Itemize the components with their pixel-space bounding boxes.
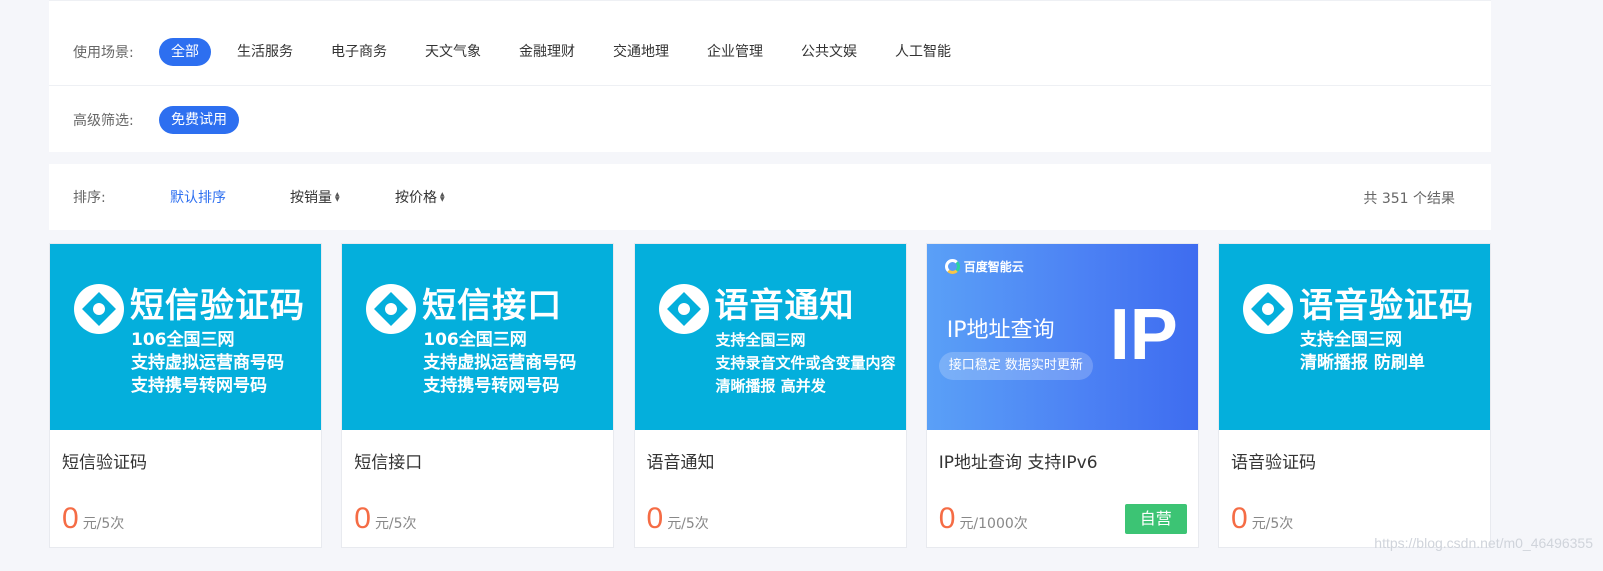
banner-title: IP地址查询 xyxy=(946,318,1055,343)
sort-default-button[interactable]: 默认排序 xyxy=(170,187,290,207)
banner-big-text: IP xyxy=(1109,295,1178,375)
banner-feature: 106全国三网 xyxy=(423,330,527,350)
scene-chip-all[interactable]: 全部 xyxy=(159,38,211,66)
banner-feature: 清晰播报 高并发 xyxy=(715,377,826,395)
banner-feature: 支持虚拟运营商号码 xyxy=(423,353,577,373)
banner-feature: 支持虚拟运营商号码 xyxy=(131,353,284,373)
sort-by-sales-button[interactable]: 按销量 ▲ ▼ xyxy=(290,187,395,207)
banner-features: 支持全国三网 清晰播报 防刷单 xyxy=(1300,329,1425,375)
product-name[interactable]: 语音通知 xyxy=(647,448,715,473)
scene-chip-ecommerce[interactable]: 电子商务 xyxy=(319,38,399,66)
scene-chip-enterprise[interactable]: 企业管理 xyxy=(695,38,775,66)
product-price: 0 元/5次 xyxy=(354,502,416,536)
product-price: 0 元/5次 xyxy=(62,502,124,536)
sort-by-price-label: 按价格 xyxy=(395,190,437,206)
filter-panel: 使用场景: 全部 生活服务 电子商务 天文气象 金融理财 交通地理 企业管理 公… xyxy=(49,0,1491,152)
product-price: 0 元/5次 xyxy=(647,502,709,536)
price-value: 0 xyxy=(938,502,956,535)
banner-feature: 支持携号转网号码 xyxy=(423,376,560,396)
banner-feature: 支持携号转网号码 xyxy=(131,376,267,396)
sort-arrows-icon: ▲ ▼ xyxy=(335,191,340,203)
advanced-filter-row: 高级筛选: 免费试用 xyxy=(49,86,1491,153)
cloud-logo-icon xyxy=(944,259,960,274)
price-unit: 元/5次 xyxy=(1251,516,1294,532)
product-banner: 百度智能云 IP地址查询 接口稳定 数据实时更新 IP xyxy=(926,244,1198,430)
product-name[interactable]: 短信验证码 xyxy=(62,448,147,473)
banner-feature: 支持全国三网 xyxy=(1300,330,1402,350)
banner-features: 106全国三网 支持虚拟运营商号码 支持携号转网号码 xyxy=(423,329,576,398)
price-value: 0 xyxy=(1231,502,1248,535)
service-logo-icon xyxy=(658,284,709,334)
service-logo-icon xyxy=(1243,284,1293,334)
scene-chip-traffic[interactable]: 交通地理 xyxy=(601,38,681,66)
price-unit: 元/5次 xyxy=(374,516,417,532)
product-card[interactable]: 短信接口 106全国三网 支持虚拟运营商号码 支持携号转网号码 短信接口 0 元… xyxy=(341,243,615,548)
banner-feature: 清晰播报 防刷单 xyxy=(1300,353,1425,373)
product-card[interactable]: 语音验证码 支持全国三网 清晰播报 防刷单 语音验证码 0 元/5次 xyxy=(1218,243,1491,548)
self-operated-badge: 自营 xyxy=(1124,504,1187,534)
scene-filter-label: 使用场景: xyxy=(73,45,134,61)
advanced-filter-label: 高级筛选: xyxy=(73,112,134,129)
banner-features: 支持全国三网 支持录音文件或含变量内容 清晰播报 高并发 xyxy=(716,329,896,398)
sort-default-label: 默认排序 xyxy=(170,190,226,206)
price-unit: 元/1000次 xyxy=(959,516,1028,532)
scene-chip-entertainment[interactable]: 公共文娱 xyxy=(789,38,869,66)
free-trial-chip[interactable]: 免费试用 xyxy=(159,105,239,134)
sort-by-price-button[interactable]: 按价格 ▲ ▼ xyxy=(395,187,445,207)
product-banner: 语音通知 支持全国三网 支持录音文件或含变量内容 清晰播报 高并发 xyxy=(634,244,906,430)
product-price: 0 元/5次 xyxy=(1231,502,1293,536)
banner-title: 语音通知 xyxy=(714,286,855,326)
product-grid: 短信验证码 106全国三网 支持虚拟运营商号码 支持携号转网号码 短信验证码 0… xyxy=(49,243,1491,553)
product-name[interactable]: 短信接口 xyxy=(354,448,422,473)
banner-features: 106全国三网 支持虚拟运营商号码 支持携号转网号码 xyxy=(131,329,284,398)
banner-feature: 106全国三网 xyxy=(131,330,235,350)
product-card[interactable]: 百度智能云 IP地址查询 接口稳定 数据实时更新 IP IP地址查询 支持IPv… xyxy=(925,243,1199,548)
banner-feature: 支持录音文件或含变量内容 xyxy=(715,354,896,372)
watermark: https://blog.csdn.net/m0_46496355 xyxy=(1374,535,1593,551)
scene-chip-ai[interactable]: 人工智能 xyxy=(883,38,963,66)
banner-title: 短信接口 xyxy=(422,286,563,326)
price-unit: 元/5次 xyxy=(82,516,125,532)
sort-bar: 排序: 默认排序 按销量 ▲ ▼ 按价格 ▲ ▼ 共 351 个结果 xyxy=(49,164,1491,230)
sort-arrows-icon: ▲ ▼ xyxy=(440,191,445,203)
service-logo-icon xyxy=(366,284,417,334)
product-price: 0 元/1000次 xyxy=(939,502,1028,536)
service-logo-icon xyxy=(74,284,124,334)
price-value: 0 xyxy=(354,502,371,535)
product-name[interactable]: 语音验证码 xyxy=(1231,448,1316,473)
product-banner: 短信接口 106全国三网 支持虚拟运营商号码 支持携号转网号码 xyxy=(342,244,614,430)
price-unit: 元/5次 xyxy=(667,516,709,532)
price-value: 0 xyxy=(646,502,664,535)
product-card[interactable]: 短信验证码 106全国三网 支持虚拟运营商号码 支持携号转网号码 短信验证码 0… xyxy=(49,243,322,548)
banner-title: 语音验证码 xyxy=(1299,286,1474,326)
result-count: 共 351 个结果 xyxy=(1363,191,1455,207)
banner-feature: 支持全国三网 xyxy=(715,331,806,349)
sort-by-sales-label: 按销量 xyxy=(290,190,332,206)
product-card[interactable]: 语音通知 支持全国三网 支持录音文件或含变量内容 清晰播报 高并发 语音通知 0… xyxy=(633,243,907,548)
banner-title: 短信验证码 xyxy=(130,286,305,326)
sort-label: 排序: xyxy=(73,190,106,206)
brand-logo: 百度智能云 xyxy=(944,258,1024,275)
scene-chip-life[interactable]: 生活服务 xyxy=(225,38,305,66)
scene-filter-row: 使用场景: 全部 生活服务 电子商务 天文气象 金融理财 交通地理 企业管理 公… xyxy=(49,19,1491,86)
product-name[interactable]: IP地址查询 支持IPv6 xyxy=(939,448,1098,473)
price-value: 0 xyxy=(62,502,79,535)
scene-chip-finance[interactable]: 金融理财 xyxy=(507,38,587,66)
banner-tag: 接口稳定 数据实时更新 xyxy=(938,352,1093,380)
scene-chip-weather[interactable]: 天文气象 xyxy=(413,38,493,66)
product-banner: 短信验证码 106全国三网 支持虚拟运营商号码 支持携号转网号码 xyxy=(50,244,321,430)
brand-name: 百度智能云 xyxy=(963,260,1024,274)
product-banner: 语音验证码 支持全国三网 清晰播报 防刷单 xyxy=(1219,244,1490,430)
